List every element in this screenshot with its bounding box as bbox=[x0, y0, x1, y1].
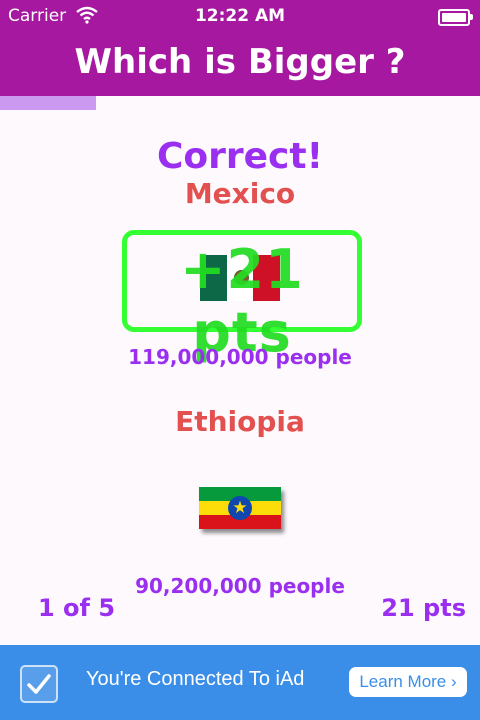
quiz-progress-fill bbox=[0, 96, 96, 110]
status-bar: Carrier 12:22 AM bbox=[0, 0, 480, 34]
result-message: Correct! bbox=[156, 136, 324, 177]
chevron-right-icon: › bbox=[451, 672, 457, 691]
second-country-name[interactable]: Ethiopia bbox=[0, 405, 480, 438]
battery-icon bbox=[438, 9, 473, 26]
ad-message: You're Connected To iAd bbox=[86, 668, 305, 690]
iad-banner[interactable]: You're Connected To iAd Learn More › bbox=[0, 645, 480, 720]
score-display: 21 pts bbox=[381, 594, 466, 622]
question-counter: 1 of 5 bbox=[38, 594, 116, 622]
first-country-population: 119,000,000 people bbox=[128, 345, 352, 369]
first-country-name[interactable]: Mexico bbox=[0, 177, 480, 210]
ethiopia-emblem-icon: ★ bbox=[228, 496, 252, 520]
checkmark-icon bbox=[20, 665, 58, 703]
status-time: 12:22 AM bbox=[194, 6, 286, 26]
learn-more-label: Learn More bbox=[359, 672, 447, 691]
ethiopia-flag-icon[interactable]: ★ bbox=[199, 487, 281, 529]
page-title: Which is Bigger ? bbox=[0, 34, 480, 96]
quiz-progress-bar bbox=[0, 96, 480, 110]
learn-more-button[interactable]: Learn More › bbox=[349, 667, 467, 697]
